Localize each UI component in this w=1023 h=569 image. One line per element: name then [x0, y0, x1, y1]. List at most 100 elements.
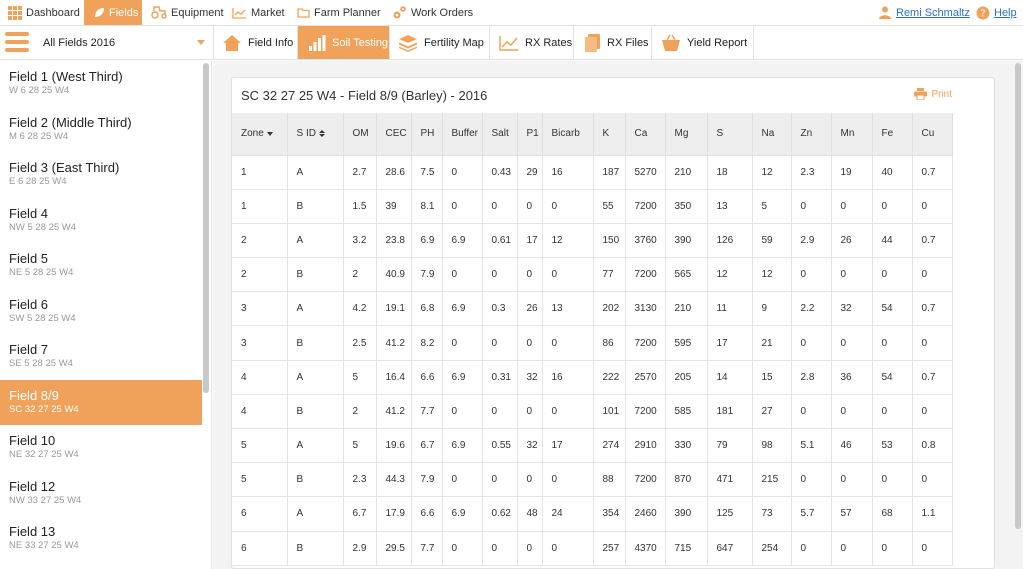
nav-dashboard[interactable]: Dashboard — [8, 0, 80, 25]
table-cell: 7.7 — [411, 531, 443, 566]
table-cell: 32 — [517, 428, 543, 464]
table-cell: 0 — [542, 394, 594, 430]
table-cell: 0 — [831, 531, 873, 566]
field-item[interactable]: Field 5 NE 5 28 25 W4 — [0, 243, 202, 288]
table-cell: 7.9 — [411, 257, 443, 293]
column-header[interactable]: Na — [752, 113, 792, 156]
table-cell: 0 — [517, 257, 543, 293]
field-item[interactable]: Field 1 (West Third) W 6 28 25 W4 — [0, 61, 202, 106]
table-cell: 2.3 — [791, 155, 832, 190]
column-header[interactable]: Cu — [912, 113, 953, 156]
table-cell: 88 — [593, 462, 626, 498]
field-name: Field 8/9 — [9, 387, 59, 403]
column-header[interactable]: Buffer — [442, 113, 483, 156]
field-item[interactable]: Field 12 NW 33 27 25 W4 — [0, 471, 202, 516]
column-header-label: K — [602, 128, 610, 140]
field-name: Field 12 — [9, 478, 56, 494]
table-cell: 390 — [665, 496, 708, 532]
table-cell: 1 — [232, 155, 288, 190]
sidebar-scrollbar[interactable] — [203, 63, 209, 393]
field-item-selected[interactable]: Field 8/9 SC 32 27 25 W4 — [0, 379, 202, 425]
table-cell: 0 — [912, 531, 953, 566]
table-cell: 48 — [517, 496, 543, 532]
table-cell: 46 — [831, 428, 873, 464]
column-header[interactable]: K — [593, 113, 626, 156]
table-cell: 0 — [482, 531, 518, 566]
table-cell: 565 — [665, 257, 708, 293]
column-header[interactable]: Mg — [665, 113, 708, 156]
field-item[interactable]: Field 4 NW 5 28 25 W4 — [0, 198, 202, 243]
print-button[interactable]: Print — [914, 88, 952, 100]
basket-icon — [662, 34, 680, 51]
table-cell: 0 — [517, 462, 543, 498]
table-cell: 4 — [232, 394, 288, 430]
tab-rx-files[interactable]: RX Files — [574, 26, 652, 59]
main-scrollbar[interactable] — [1015, 63, 1021, 529]
field-item[interactable]: Field 2 (Middle Third) M 6 28 25 W4 — [0, 107, 202, 152]
nav-fields[interactable]: Fields — [84, 0, 142, 25]
table-cell: A — [287, 155, 344, 190]
table-cell: 2570 — [625, 360, 666, 395]
column-header[interactable]: OM — [343, 113, 377, 156]
tab-label: Fertility Map — [424, 36, 484, 49]
nav-equipment[interactable]: Equipment — [151, 0, 224, 25]
column-header[interactable]: Bicarb — [542, 113, 594, 156]
table-cell: 0.43 — [482, 155, 518, 190]
table-cell: 16.4 — [376, 360, 412, 395]
field-select[interactable]: All Fields 2016 — [34, 26, 214, 59]
table-cell: 12 — [752, 155, 792, 190]
column-header[interactable]: Mn — [831, 113, 873, 156]
table-row: 3 A 4.2 19.1 6.8 6.9 0.3 26 13 202 3130 210 11 9 2.2 32… — [232, 291, 953, 327]
table-cell: 7.9 — [411, 462, 443, 498]
tab-rx-rates[interactable]: RX Rates — [490, 26, 574, 59]
menu-icon[interactable] — [5, 32, 29, 54]
table-cell: 0 — [872, 189, 913, 224]
tab-fertility-map[interactable]: Fertility Map — [390, 26, 490, 59]
field-item[interactable]: Field 6 SW 5 28 25 W4 — [0, 289, 202, 334]
column-header[interactable]: S ID — [287, 113, 344, 156]
column-header[interactable]: S — [707, 113, 753, 156]
tab-field-info[interactable]: Field Info — [214, 26, 298, 59]
user-link[interactable]: Remi Schmaltz — [879, 0, 970, 25]
column-header[interactable]: Ca — [625, 113, 666, 156]
table-cell: 0.7 — [912, 223, 953, 259]
table-cell: 215 — [752, 462, 792, 498]
column-header[interactable]: P1 — [517, 113, 543, 156]
table-cell: B — [287, 257, 344, 293]
help-link[interactable]: ? Help — [976, 0, 1017, 25]
table-cell: 0 — [831, 394, 873, 430]
table-cell: 0 — [482, 257, 518, 293]
nav-market[interactable]: Market — [232, 0, 285, 25]
tab-soil-testing[interactable]: Soil Testing — [298, 26, 390, 59]
column-header[interactable]: Zone — [232, 113, 288, 156]
nav-work-orders[interactable]: Work Orders — [392, 0, 473, 25]
field-item[interactable]: Field 10 NE 32 27 25 W4 — [0, 425, 202, 470]
table-cell: 0 — [542, 325, 594, 361]
table-cell: 350 — [665, 189, 708, 224]
table-cell: 3 — [232, 291, 288, 327]
column-header-label: OM — [352, 128, 369, 140]
table-cell: 5.1 — [791, 428, 832, 464]
column-header[interactable]: Zn — [791, 113, 832, 156]
table-cell: 6.6 — [411, 360, 443, 395]
field-item[interactable]: Field 3 (East Third) E 6 28 25 W4 — [0, 152, 202, 197]
table-cell: 0.7 — [912, 360, 953, 395]
table-cell: 7200 — [625, 325, 666, 361]
table-cell: 40.9 — [376, 257, 412, 293]
tab-yield-report[interactable]: Yield Report — [652, 26, 754, 59]
nav-farm-planner[interactable]: Farm Planner — [297, 0, 381, 25]
table-cell: 14 — [707, 360, 753, 395]
column-header[interactable]: Salt — [482, 113, 518, 156]
table-cell: 73 — [752, 496, 792, 532]
table-cell: B — [287, 462, 344, 498]
field-item[interactable]: Field 7 SE 5 28 25 W4 — [0, 334, 202, 379]
table-cell: 6 — [232, 496, 288, 532]
table-cell: 210 — [665, 291, 708, 327]
column-header[interactable]: PH — [411, 113, 443, 156]
field-name: Field 13 — [9, 524, 56, 539]
field-item[interactable]: Field 13 NE 33 27 25 W4 — [0, 516, 202, 561]
table-cell: 471 — [707, 462, 753, 498]
field-location: NW 33 27 25 W4 — [9, 494, 82, 506]
column-header[interactable]: Fe — [872, 113, 913, 156]
column-header[interactable]: CEC — [376, 113, 412, 156]
